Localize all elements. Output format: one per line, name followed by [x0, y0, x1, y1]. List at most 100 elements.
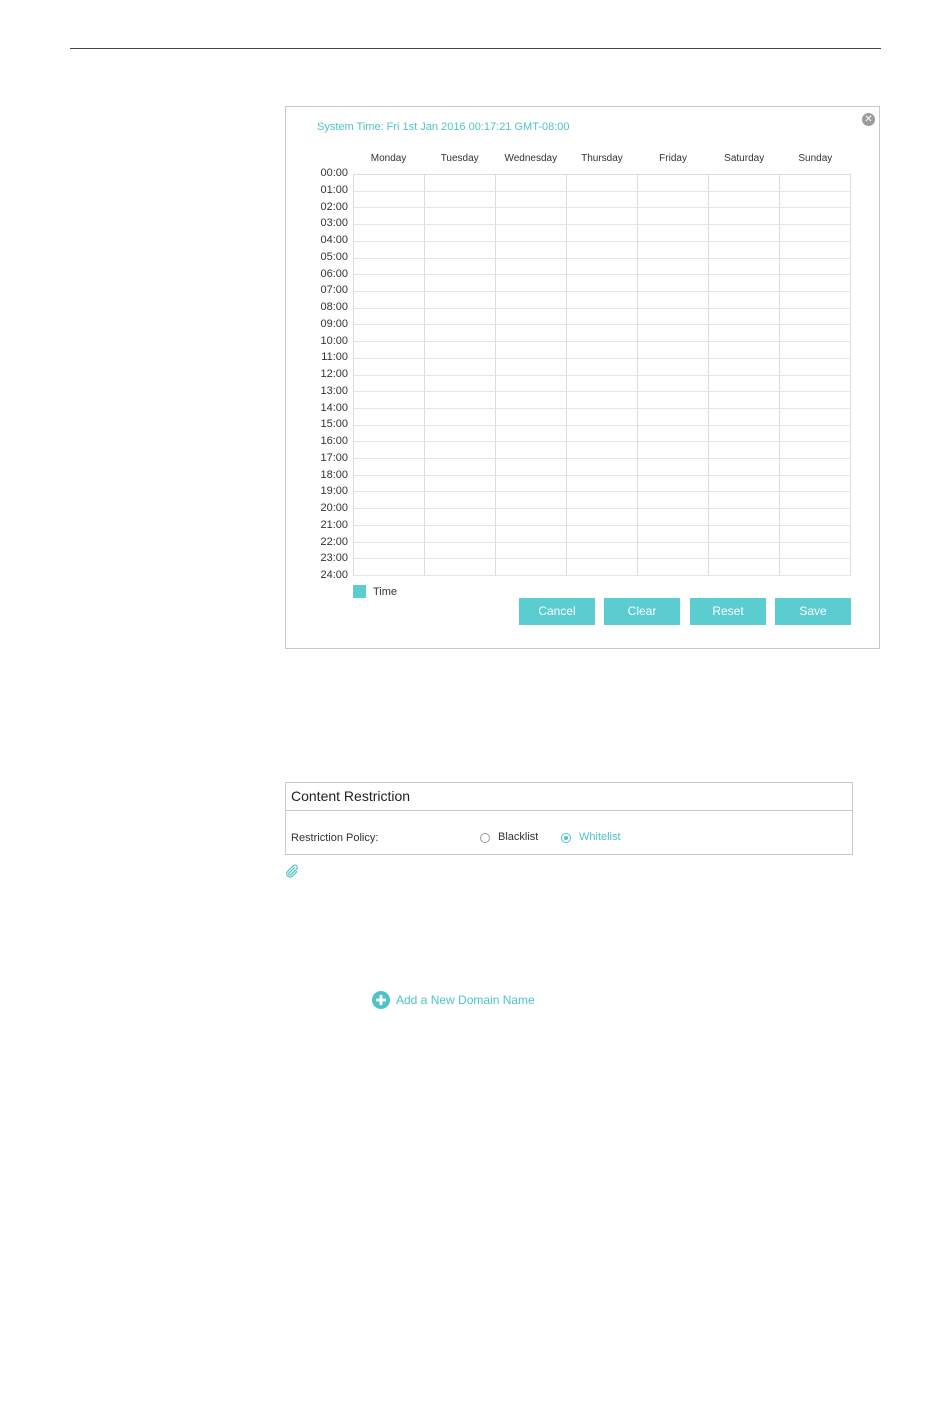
schedule-cell[interactable]	[567, 308, 638, 326]
schedule-cell[interactable]	[567, 442, 638, 460]
schedule-cell[interactable]	[567, 325, 638, 343]
schedule-cell[interactable]	[354, 258, 425, 276]
schedule-cell[interactable]	[425, 375, 496, 393]
cancel-button[interactable]: Cancel	[519, 598, 595, 625]
schedule-cell[interactable]	[567, 175, 638, 192]
schedule-cell[interactable]	[496, 291, 567, 309]
schedule-cell[interactable]	[567, 408, 638, 426]
schedule-cell[interactable]	[354, 358, 425, 376]
schedule-cell[interactable]	[638, 559, 709, 576]
schedule-cell[interactable]	[709, 241, 780, 259]
schedule-cell[interactable]	[780, 342, 851, 359]
schedule-cell[interactable]	[425, 291, 496, 309]
schedule-cell[interactable]	[496, 325, 567, 343]
schedule-cell[interactable]	[425, 525, 496, 543]
schedule-cell[interactable]	[425, 258, 496, 276]
schedule-cell[interactable]	[354, 492, 425, 510]
close-icon[interactable]: ✕	[862, 113, 875, 126]
schedule-cell[interactable]	[496, 308, 567, 326]
schedule-cell[interactable]	[638, 342, 709, 359]
schedule-cell[interactable]	[709, 492, 780, 510]
schedule-cell[interactable]	[425, 325, 496, 343]
schedule-cell[interactable]	[709, 542, 780, 560]
schedule-cell[interactable]	[425, 459, 496, 476]
schedule-cell[interactable]	[709, 308, 780, 326]
schedule-cell[interactable]	[638, 392, 709, 409]
schedule-cell[interactable]	[496, 342, 567, 359]
schedule-cell[interactable]	[780, 275, 851, 292]
schedule-cell[interactable]	[496, 525, 567, 543]
schedule-cell[interactable]	[496, 275, 567, 292]
schedule-cell[interactable]	[425, 241, 496, 259]
schedule-cell[interactable]	[425, 308, 496, 326]
schedule-cell[interactable]	[709, 258, 780, 276]
schedule-cell[interactable]	[425, 425, 496, 443]
schedule-cell[interactable]	[496, 492, 567, 510]
schedule-cell[interactable]	[354, 375, 425, 393]
schedule-cell[interactable]	[638, 225, 709, 242]
schedule-cell[interactable]	[709, 225, 780, 242]
schedule-cell[interactable]	[567, 358, 638, 376]
schedule-cell[interactable]	[354, 408, 425, 426]
schedule-cell[interactable]	[354, 241, 425, 259]
schedule-cell[interactable]	[638, 291, 709, 309]
schedule-cell[interactable]	[567, 475, 638, 493]
schedule-cell[interactable]	[354, 291, 425, 309]
schedule-cell[interactable]	[496, 175, 567, 192]
schedule-cell[interactable]	[638, 175, 709, 192]
schedule-cell[interactable]	[638, 308, 709, 326]
schedule-cell[interactable]	[638, 492, 709, 510]
schedule-cell[interactable]	[425, 542, 496, 560]
schedule-cell[interactable]	[354, 425, 425, 443]
schedule-cell[interactable]	[496, 475, 567, 493]
schedule-cell[interactable]	[567, 392, 638, 409]
schedule-cell[interactable]	[709, 442, 780, 460]
schedule-cell[interactable]	[780, 191, 851, 209]
schedule-cell[interactable]	[425, 509, 496, 526]
add-domain-button[interactable]: Add a New Domain Name	[372, 991, 535, 1009]
schedule-cell[interactable]	[496, 191, 567, 209]
schedule-cell[interactable]	[709, 408, 780, 426]
schedule-cell[interactable]	[709, 559, 780, 576]
schedule-cell[interactable]	[567, 241, 638, 259]
schedule-cell[interactable]	[354, 225, 425, 242]
schedule-cell[interactable]	[780, 475, 851, 493]
schedule-cell[interactable]	[567, 559, 638, 576]
schedule-cell[interactable]	[780, 442, 851, 460]
schedule-cell[interactable]	[425, 275, 496, 292]
schedule-cell[interactable]	[354, 308, 425, 326]
blacklist-radio[interactable]	[480, 833, 490, 843]
schedule-cell[interactable]	[709, 475, 780, 493]
schedule-cell[interactable]	[496, 509, 567, 526]
clear-button[interactable]: Clear	[604, 598, 680, 625]
schedule-cell[interactable]	[354, 208, 425, 226]
schedule-cell[interactable]	[780, 509, 851, 526]
schedule-cell[interactable]	[709, 325, 780, 343]
schedule-cell[interactable]	[567, 425, 638, 443]
schedule-cell[interactable]	[638, 191, 709, 209]
schedule-cell[interactable]	[567, 525, 638, 543]
schedule-cell[interactable]	[709, 208, 780, 226]
schedule-cell[interactable]	[780, 375, 851, 393]
schedule-cell[interactable]	[425, 559, 496, 576]
schedule-cell[interactable]	[709, 191, 780, 209]
schedule-cell[interactable]	[567, 459, 638, 476]
schedule-cell[interactable]	[709, 291, 780, 309]
schedule-cell[interactable]	[354, 275, 425, 292]
schedule-cell[interactable]	[354, 475, 425, 493]
schedule-cell[interactable]	[496, 392, 567, 409]
schedule-cell[interactable]	[496, 225, 567, 242]
schedule-cell[interactable]	[638, 408, 709, 426]
schedule-cell[interactable]	[567, 342, 638, 359]
schedule-cell[interactable]	[709, 175, 780, 192]
schedule-cell[interactable]	[638, 275, 709, 292]
schedule-cell[interactable]	[567, 258, 638, 276]
schedule-cell[interactable]	[425, 191, 496, 209]
schedule-cell[interactable]	[709, 342, 780, 359]
schedule-cell[interactable]	[780, 308, 851, 326]
schedule-cell[interactable]	[496, 442, 567, 460]
schedule-cell[interactable]	[567, 225, 638, 242]
schedule-cell[interactable]	[354, 392, 425, 409]
schedule-cell[interactable]	[638, 258, 709, 276]
schedule-cell[interactable]	[496, 241, 567, 259]
